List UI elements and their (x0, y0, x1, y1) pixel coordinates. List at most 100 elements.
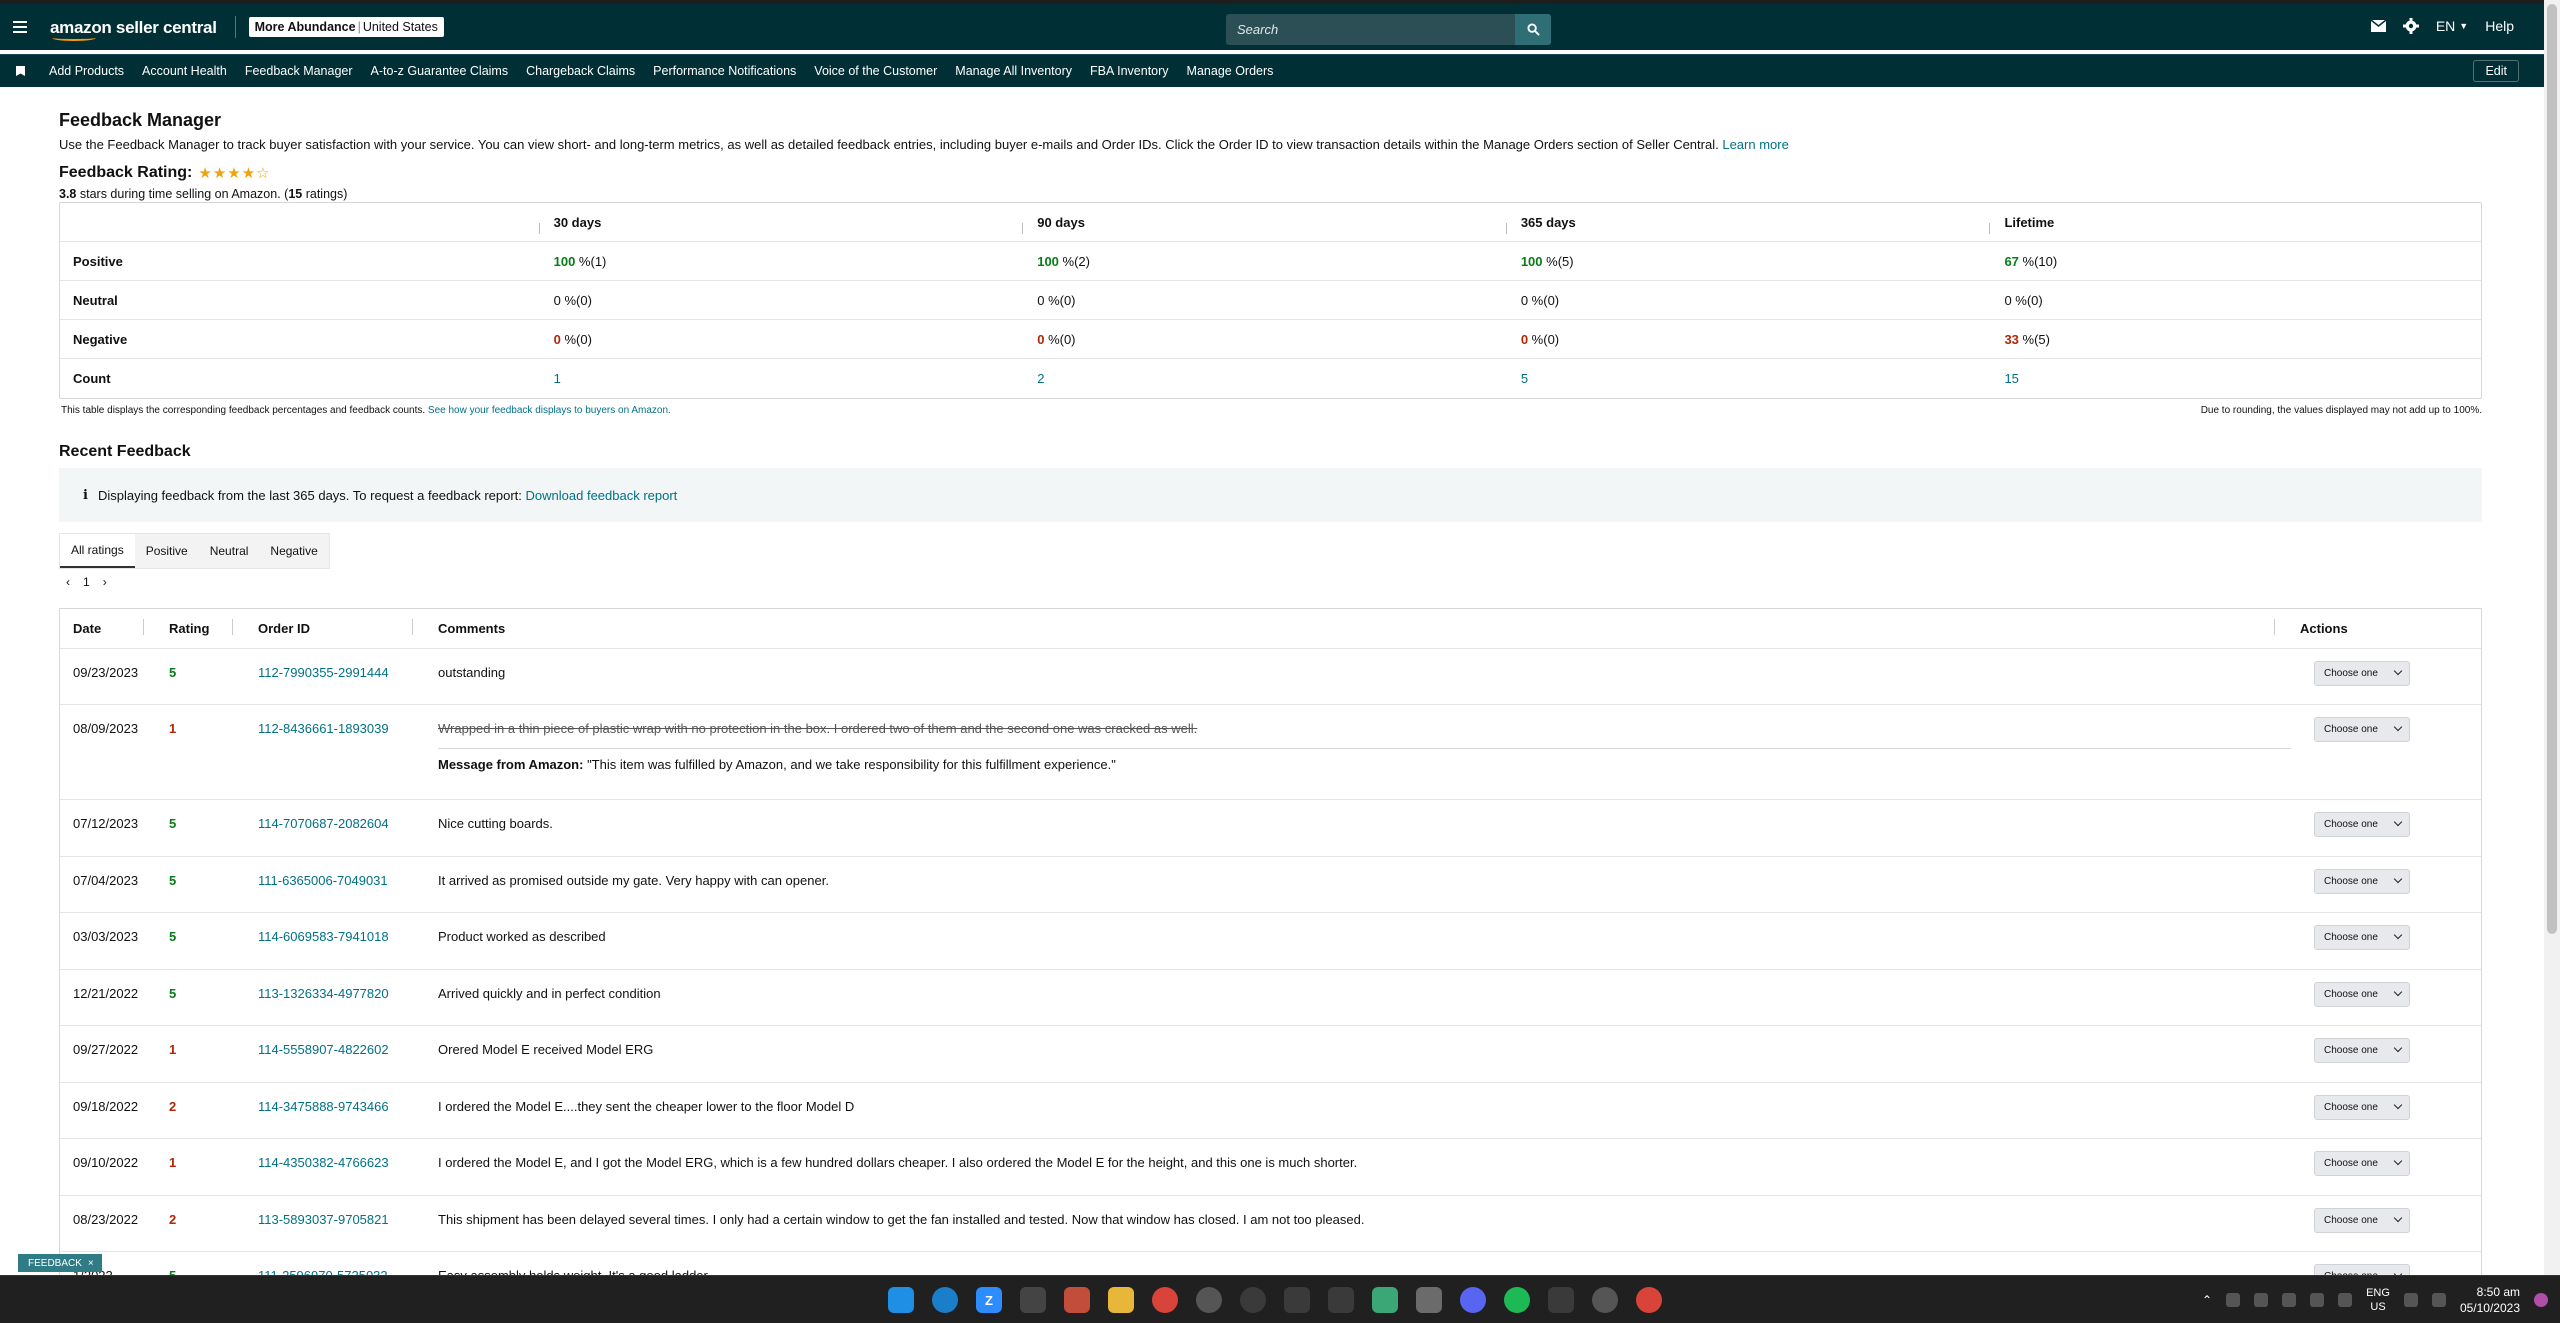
mail-icon[interactable] (2370, 20, 2386, 32)
seller-central-logo[interactable]: amazon seller central (50, 19, 217, 41)
table-row: 09/27/2022 1 114-5558907-4822602 Orered … (60, 1026, 2481, 1083)
chevron-up-icon[interactable]: ⌃ (2202, 1293, 2212, 1307)
spotify-icon[interactable] (1504, 1287, 1530, 1313)
table-row: 08/09/2023 1 112-8436661-1893039 Wrapped… (60, 705, 2481, 800)
tray-icon[interactable] (2226, 1293, 2241, 1307)
feedback-table-header: Date Rating Order ID Comments Actions (60, 609, 2481, 649)
feedback-table: Date Rating Order ID Comments Actions 09… (59, 608, 2482, 1292)
summary-row-negative: Negative 0 %(0) 0 %(0) 0 %(0) 33 %(5) (60, 320, 2481, 359)
app-icon[interactable] (1328, 1287, 1354, 1313)
gear-icon[interactable] (2402, 18, 2419, 34)
feedback-widget[interactable]: FEEDBACK × (18, 1254, 102, 1272)
chevron-left-icon[interactable]: ‹ (66, 575, 70, 589)
bookmark-icon[interactable] (16, 66, 25, 76)
nav-item-performance-notifications[interactable]: Performance Notifications (653, 64, 796, 78)
action-select[interactable]: Choose one (2314, 661, 2410, 686)
store-selector[interactable]: More Abundance | United States (248, 17, 444, 37)
action-select[interactable]: Choose one (2314, 869, 2410, 894)
chrome-icon[interactable] (1636, 1287, 1662, 1313)
feedback-rating: Feedback Rating: ★ ★ ★ ★ ☆ (59, 164, 270, 182)
summary-header: 30 days 90 days 365 days Lifetime (60, 203, 2481, 242)
rating-stars: ★ ★ ★ ★ ☆ (198, 166, 269, 181)
nav-item-a-to-z-claims[interactable]: A-to-z Guarantee Claims (371, 64, 509, 78)
intro-text: Use the Feedback Manager to track buyer … (59, 137, 1789, 152)
nav-item-fba-inventory[interactable]: FBA Inventory (1090, 64, 1169, 78)
download-report-link[interactable]: Download feedback report (526, 488, 678, 503)
scrollbar-thumb[interactable] (2547, 4, 2557, 934)
page-number[interactable]: 1 (83, 575, 90, 589)
search-input[interactable]: Search (1226, 22, 1515, 37)
nav-item-manage-inventory[interactable]: Manage All Inventory (955, 64, 1072, 78)
file-explorer-icon[interactable] (1108, 1287, 1134, 1313)
tray-icon[interactable] (2338, 1293, 2353, 1307)
nav-item-chargeback-claims[interactable]: Chargeback Claims (526, 64, 635, 78)
tab-all-ratings[interactable]: All ratings (60, 534, 135, 568)
vertical-scrollbar[interactable] (2544, 0, 2560, 1275)
settings-app-icon[interactable] (1196, 1287, 1222, 1313)
zoom-icon[interactable]: Z (976, 1287, 1002, 1313)
notification-icon[interactable] (2534, 1293, 2548, 1307)
action-select[interactable]: Choose one (2314, 1095, 2410, 1120)
table-row: 09/18/2022 2 114-3475888-9743466 I order… (60, 1083, 2481, 1139)
help-link[interactable]: Help (2485, 18, 2514, 34)
tray-icon[interactable] (2282, 1293, 2297, 1307)
action-select[interactable]: Choose one (2314, 812, 2410, 837)
app-icon[interactable] (1372, 1287, 1398, 1313)
action-select[interactable]: Choose one (2314, 925, 2410, 950)
language-selector[interactable]: EN ▼ (2436, 18, 2468, 34)
tab-positive[interactable]: Positive (135, 534, 199, 568)
app-icon[interactable] (1240, 1287, 1266, 1313)
rating-tabs: All ratings Positive Neutral Negative (59, 533, 330, 569)
volume-icon[interactable] (2431, 1293, 2446, 1307)
tray-icon[interactable] (2254, 1293, 2269, 1307)
struck-comment: Wrapped in a thin piece of plastic wrap … (438, 721, 1198, 736)
app-icon[interactable] (1064, 1287, 1090, 1313)
chevron-down-icon (2393, 1156, 2403, 1166)
search-button[interactable] (1515, 14, 1551, 45)
star-icon: ★ (241, 164, 256, 182)
table-row: 03/03/2023 5 114-6069583-7941018 Product… (60, 913, 2481, 970)
nav-item-voice-of-customer[interactable]: Voice of the Customer (814, 64, 937, 78)
clock[interactable]: 8:50 am 05/10/2023 (2460, 1284, 2520, 1316)
nav-item-account-health[interactable]: Account Health (142, 64, 227, 78)
action-select[interactable]: Choose one (2314, 1208, 2410, 1233)
menu-icon[interactable] (13, 21, 27, 33)
action-select[interactable]: Choose one (2314, 1151, 2410, 1176)
chrome-icon[interactable] (1152, 1287, 1178, 1313)
action-select[interactable]: Choose one (2314, 1038, 2410, 1063)
tab-negative[interactable]: Negative (259, 534, 328, 568)
nav-item-add-products[interactable]: Add Products (49, 64, 124, 78)
edge-icon[interactable] (932, 1287, 958, 1313)
nav-bar: Add Products Account Health Feedback Man… (0, 54, 2544, 87)
info-banner: i Displaying feedback from the last 365 … (59, 468, 2482, 522)
tab-neutral[interactable]: Neutral (199, 534, 260, 568)
app-icon[interactable] (1548, 1287, 1574, 1313)
learn-more-link[interactable]: Learn more (1722, 137, 1788, 152)
info-icon: i (83, 487, 88, 503)
app-icon[interactable] (1284, 1287, 1310, 1313)
see-feedback-display-link[interactable]: See how your feedback displays to buyers… (428, 405, 671, 416)
action-select[interactable]: Choose one (2314, 717, 2410, 742)
calculator-icon[interactable] (1020, 1287, 1046, 1313)
chevron-right-icon[interactable]: › (103, 575, 107, 589)
close-icon[interactable]: × (88, 1258, 94, 1269)
action-select[interactable]: Choose one (2314, 982, 2410, 1007)
app-icon[interactable] (1592, 1287, 1618, 1313)
windows-start-icon[interactable] (888, 1287, 914, 1313)
edit-nav-button[interactable]: Edit (2473, 60, 2519, 82)
nav-item-manage-orders[interactable]: Manage Orders (1187, 64, 1274, 78)
rating-summary: 3.8 stars during time selling on Amazon.… (59, 187, 348, 201)
app-icon[interactable] (1416, 1287, 1442, 1313)
chevron-down-icon (2393, 817, 2403, 827)
tray-icon[interactable] (2310, 1293, 2325, 1307)
nav-item-feedback-manager[interactable]: Feedback Manager (245, 64, 353, 78)
top-bar: amazon seller central More Abundance | Uni… (0, 0, 2544, 50)
table-row: 08/23/2022 2 113-5893037-9705821 This sh… (60, 1196, 2481, 1252)
input-language[interactable]: ENG US (2366, 1286, 2390, 1314)
discord-icon[interactable] (1460, 1287, 1486, 1313)
wifi-icon[interactable] (2403, 1293, 2418, 1307)
table-row: 09/10/2022 1 114-4350382-4766623 I order… (60, 1139, 2481, 1196)
search-bar[interactable]: Search (1226, 14, 1551, 45)
summary-row-positive: Positive 100 %(1) 100 %(2) 100 %(5) 67 %… (60, 242, 2481, 281)
chevron-down-icon (2393, 1213, 2403, 1223)
